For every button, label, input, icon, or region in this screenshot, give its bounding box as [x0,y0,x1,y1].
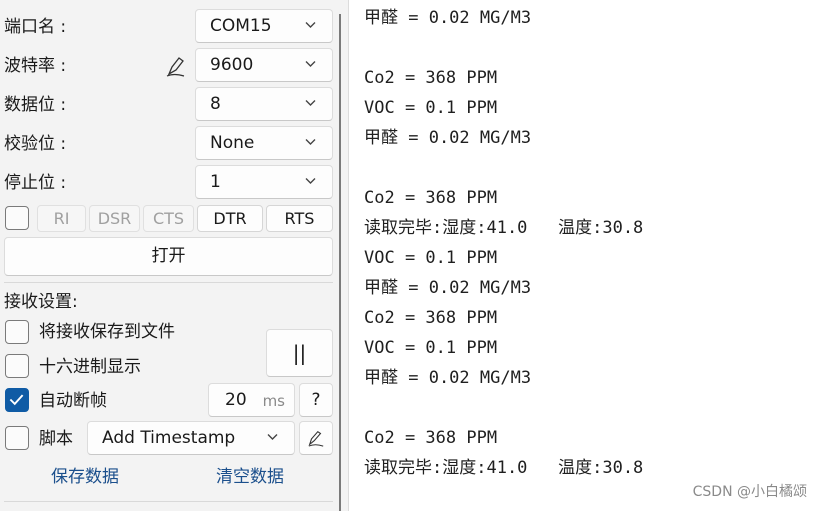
chevron-down-icon [305,61,316,67]
baud-label: 波特率 : [4,56,67,76]
edit-pen-icon[interactable] [166,55,186,77]
output-line: Co2 = 368 PPM [364,308,498,328]
dtr-button[interactable]: DTR [197,205,263,232]
databits-value: 8 [210,94,221,114]
port-label: 端口名 : [4,17,67,37]
panel-splitter[interactable] [339,14,341,511]
chevron-down-icon [305,139,316,145]
stopbits-select[interactable]: 1 [195,165,333,199]
stopbits-label: 停止位 : [4,173,67,193]
script-label: 脚本 [39,429,73,449]
clear-data-link[interactable]: 清空数据 [216,467,284,487]
chevron-down-icon [305,178,316,184]
hex-display-label: 十六进制显示 [39,357,141,377]
parity-label: 校验位 : [4,134,67,154]
ri-button: RI [37,205,86,232]
receive-settings-header: 接收设置: [4,292,78,312]
rts-button[interactable]: RTS [266,205,333,232]
port-value: COM15 [210,16,272,36]
output-line: 甲醛 = 0.02 MG/M3 [364,128,532,148]
divider [4,501,333,502]
output-line: VOC = 0.1 PPM [364,338,498,358]
auto-frame-label: 自动断帧 [39,391,107,411]
baud-value: 9600 [210,55,254,75]
divider [4,282,333,283]
frame-interval-input[interactable]: 20 ms [208,383,295,417]
save-to-file-checkbox[interactable] [5,320,29,344]
parity-select[interactable]: None [195,126,333,160]
script-value: Add Timestamp [102,428,236,448]
help-button[interactable]: ? [299,383,333,417]
auto-frame-checkbox[interactable] [5,388,29,412]
baud-select[interactable]: 9600 [195,48,333,82]
output-line: Co2 = 368 PPM [364,188,498,208]
frame-unit-label: ms [262,392,285,410]
open-button[interactable]: 打开 [4,237,333,276]
databits-select[interactable]: 8 [195,87,333,121]
output-line: Co2 = 368 PPM [364,68,498,88]
stopbits-value: 1 [210,172,221,192]
dsr-button: DSR [89,205,140,232]
databits-label: 数据位 : [4,95,67,115]
script-edit-button[interactable] [299,421,333,455]
chevron-down-icon [305,22,316,28]
frame-interval-value: 20 [225,390,247,410]
save-data-link[interactable]: 保存数据 [51,467,119,487]
output-line: 甲醛 = 0.02 MG/M3 [364,8,532,28]
port-select[interactable]: COM15 [195,9,333,43]
pause-icon: || [292,341,307,365]
chevron-down-icon [267,434,278,440]
parity-value: None [210,133,255,153]
settings-panel: 端口名 : COM15 波特率 : 9600 数据位 : 8 校验位 : Non… [0,0,338,511]
output-line: 甲醛 = 0.02 MG/M3 [364,278,532,298]
signal-checkbox[interactable] [5,206,29,230]
output-line: VOC = 0.1 PPM [364,98,498,118]
script-select[interactable]: Add Timestamp [87,421,295,455]
output-line: VOC = 0.1 PPM [364,248,498,268]
hex-display-checkbox[interactable] [5,354,29,378]
watermark: CSDN @小白橘颂 [692,484,807,500]
output-line: 读取完毕:湿度:41.0 温度:30.8 [364,458,644,478]
output-line: 读取完毕:湿度:41.0 温度:30.8 [364,218,644,238]
output-line: 甲醛 = 0.02 MG/M3 [364,368,532,388]
script-checkbox[interactable] [5,426,29,450]
output-line: Co2 = 368 PPM [364,428,498,448]
chevron-down-icon [305,100,316,106]
checkmark-icon [9,394,24,406]
edit-pen-icon [308,430,324,447]
save-to-file-label: 将接收保存到文件 [39,322,175,342]
cts-button: CTS [143,205,194,232]
pause-button[interactable]: || [266,329,333,377]
receive-output-area[interactable]: 甲醛 = 0.02 MG/M3 Co2 = 368 PPM VOC = 0.1 PP… [348,0,821,511]
